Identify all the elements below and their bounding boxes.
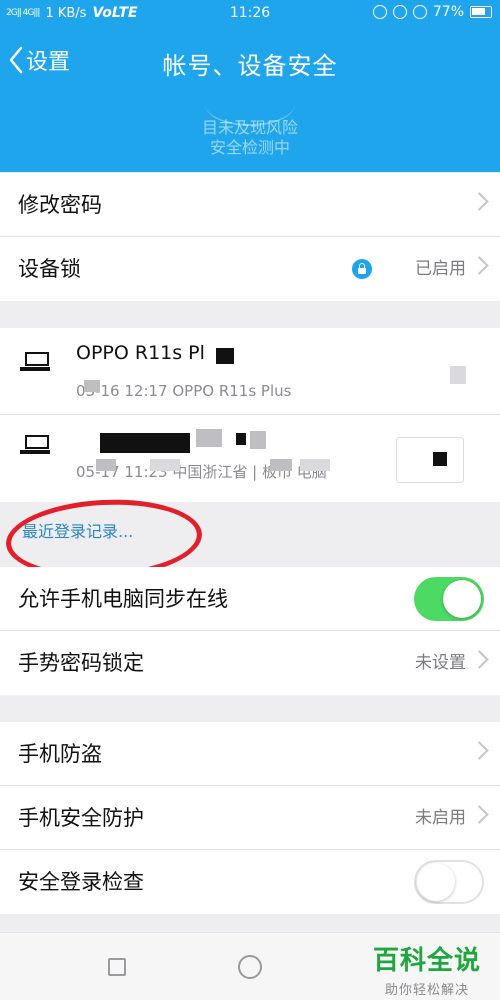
phone-protection-status: 未启用 xyxy=(415,808,466,828)
phone-protection-row[interactable]: 手机安全防护 未启用 xyxy=(0,786,500,850)
chevron-right-icon xyxy=(470,192,489,211)
header: 2G|| 4G||| 1 KB/s VoLTE 11:26 77% 设置 帐号、… xyxy=(0,0,500,172)
redaction xyxy=(84,380,100,392)
scan-status-line2: 安全检测中 xyxy=(209,138,290,157)
watermark-title: 百科全说 xyxy=(372,946,481,976)
sync-group: 允许手机电脑同步在线 手势密码锁定 未设置 xyxy=(0,567,500,695)
status-bar: 2G|| 4G||| 1 KB/s VoLTE 11:26 77% xyxy=(0,0,500,28)
change-password-label: 修改密码 xyxy=(18,193,102,217)
redaction xyxy=(250,431,266,449)
recent-apps-icon[interactable] xyxy=(108,958,126,976)
lock-icon xyxy=(352,259,372,279)
nav-bar: 设置 帐号、设备安全 xyxy=(0,38,500,82)
computer-icon xyxy=(16,435,50,457)
redaction xyxy=(300,459,330,471)
redaction xyxy=(196,429,222,447)
home-icon[interactable] xyxy=(238,955,262,979)
notification-icon xyxy=(372,5,387,19)
device-item[interactable]: 05-17 11:23 中国浙江省 | 板市 电脑 xyxy=(0,415,500,502)
gesture-lock-label: 手势密码锁定 xyxy=(18,651,144,675)
redaction xyxy=(433,452,447,466)
devices-group: OPPO R11s Pl 03-16 12:17 OPPO R11s Plus … xyxy=(0,328,500,502)
login-check-toggle[interactable] xyxy=(414,860,484,904)
login-check-row: 安全登录检查 xyxy=(0,850,500,914)
protection-group: 手机防盗 手机安全防护 未启用 安全登录检查 xyxy=(0,722,500,914)
device-lock-status: 已启用 xyxy=(415,259,466,279)
watermark-subtitle: 助你轻松解决 xyxy=(384,983,469,998)
redaction xyxy=(100,433,190,453)
device-name: OPPO R11s Pl xyxy=(76,342,205,364)
redaction xyxy=(450,366,466,384)
page-title: 帐号、设备安全 xyxy=(162,52,338,80)
gesture-lock-row[interactable]: 手势密码锁定 未设置 xyxy=(0,631,500,695)
chevron-right-icon xyxy=(470,256,489,275)
device-preview xyxy=(396,437,464,483)
redaction xyxy=(270,459,292,471)
chevron-right-icon xyxy=(470,805,489,824)
gesture-lock-status: 未设置 xyxy=(415,653,466,673)
login-check-label: 安全登录检查 xyxy=(18,870,144,894)
sync-online-toggle[interactable] xyxy=(414,577,484,621)
scan-status-line1: 目未及现风险 xyxy=(201,118,298,137)
redaction xyxy=(236,433,246,445)
chevron-right-icon xyxy=(470,650,489,669)
phone-protection-label: 手机安全防护 xyxy=(18,806,144,830)
lock-status-icon xyxy=(392,5,407,19)
watermark-logo: 百科全说 助你轻松解决 xyxy=(366,940,488,998)
scan-status-text: 目未及现风险 安全检测中 xyxy=(0,118,500,158)
computer-icon xyxy=(16,352,50,374)
anti-theft-row[interactable]: 手机防盗 xyxy=(0,722,500,786)
battery-icon xyxy=(470,6,492,18)
sync-online-label: 允许手机电脑同步在线 xyxy=(18,587,228,611)
security-group: 修改密码 设备锁 已启用 xyxy=(0,173,500,301)
device-login-info: 03-16 12:17 OPPO R11s Plus xyxy=(76,382,292,400)
chevron-right-icon xyxy=(470,741,489,760)
anti-theft-label: 手机防盗 xyxy=(18,742,102,766)
battery-percent: 77% xyxy=(432,4,464,20)
redaction xyxy=(150,459,180,471)
redaction xyxy=(96,459,116,471)
redaction xyxy=(216,348,234,364)
device-lock-row[interactable]: 设备锁 已启用 xyxy=(0,237,500,301)
change-password-row[interactable]: 修改密码 xyxy=(0,173,500,237)
device-item[interactable]: OPPO R11s Pl 03-16 12:17 OPPO R11s Plus xyxy=(0,328,500,415)
status-right: 77% xyxy=(372,4,492,20)
device-lock-label: 设备锁 xyxy=(18,257,81,281)
alarm-icon xyxy=(412,5,427,19)
sync-online-row: 允许手机电脑同步在线 xyxy=(0,567,500,631)
